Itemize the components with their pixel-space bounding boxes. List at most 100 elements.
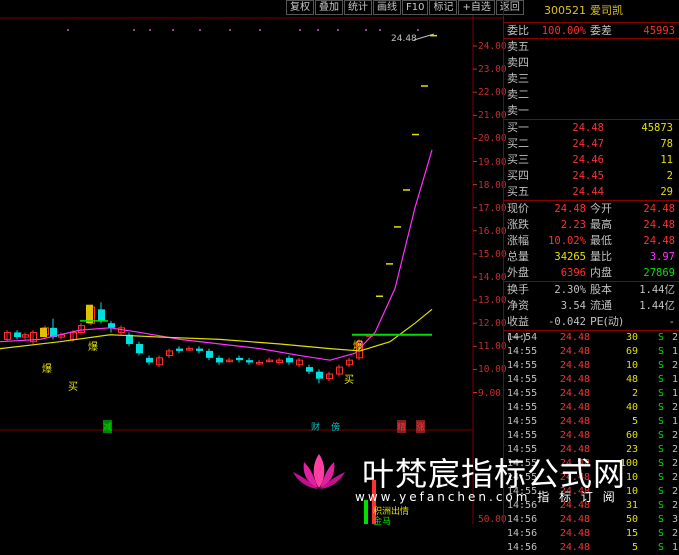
- tick-row: 14:55 24.48 69 S 1: [504, 345, 679, 359]
- buy-volume: 45873: [641, 122, 673, 134]
- top-dot: [317, 29, 319, 31]
- tick-row: 14:54 24.48 30 S 2: [504, 331, 679, 345]
- stat-row: 外盘 6396 内盘 27869: [504, 265, 679, 281]
- candle-body: [136, 343, 143, 354]
- jinma-label: 金马: [373, 517, 392, 527]
- stat-value: 6396: [560, 267, 586, 279]
- tick-price: 24.48: [559, 542, 590, 553]
- sell-label: 卖四: [507, 56, 529, 69]
- tick-volume: 2: [631, 388, 638, 399]
- top-dot: [379, 29, 381, 31]
- tick-volume: 15: [625, 528, 638, 539]
- top-dot: [133, 29, 135, 31]
- tick-count: 1: [671, 388, 678, 399]
- tick-volume: 40: [625, 402, 638, 413]
- stat-value: 34265: [554, 251, 586, 263]
- buy-label: 买三: [507, 153, 529, 166]
- sell-row: 卖三: [504, 71, 679, 87]
- top-price-label: 24.48: [391, 34, 417, 44]
- fuquan-button[interactable]: 复权: [286, 0, 314, 15]
- stat-label-2: 最低: [590, 234, 612, 247]
- stat-label: 净资: [507, 299, 529, 312]
- tick-count: 1: [671, 542, 678, 553]
- stat-value-2: 1.44亿: [639, 284, 675, 296]
- stat-value-2: 3.97: [649, 251, 675, 263]
- mark-button[interactable]: 标记: [429, 0, 458, 15]
- stat-value: 2.30%: [554, 284, 586, 296]
- stat-row: 收益(一) -0.042 PE(动) -: [504, 314, 679, 344]
- stats-button[interactable]: 统计: [344, 0, 372, 15]
- tick-volume: 5: [631, 416, 638, 427]
- pointer-line: [413, 33, 435, 41]
- add-watchlist-button[interactable]: +自选: [458, 0, 495, 15]
- buy-price: 24.44: [572, 186, 604, 198]
- overlay-button[interactable]: 叠加: [315, 0, 343, 15]
- f10-button[interactable]: F10: [402, 0, 429, 15]
- tick-side: S: [657, 528, 664, 539]
- stat-label-2: 今开: [590, 202, 612, 215]
- tick-price: 24.48: [559, 360, 590, 371]
- tick-price: 24.48: [559, 332, 590, 343]
- tick-count: 2: [671, 332, 678, 343]
- weibi-value: 100.00%: [541, 25, 586, 37]
- quote-panel: 300521 爱司凯 委比 100.00% 委差 45993 卖五 卖四 卖三 卖二 卖一…: [503, 0, 679, 553]
- lotus-logo-icon: [293, 454, 345, 489]
- stat-label-2: PE(动): [590, 315, 624, 328]
- buy-row: 买一 24.48 45873: [504, 120, 679, 136]
- stat-value: 2.23: [560, 219, 586, 231]
- top-dot: [365, 29, 367, 31]
- candle-body: [196, 348, 203, 351]
- tick-side: S: [657, 360, 664, 371]
- tick-count: 2: [671, 458, 678, 469]
- sell-orders: 卖五 卖四 卖三 卖二 卖一: [504, 38, 679, 119]
- tick-count: 1: [671, 416, 678, 427]
- candle-body: [306, 367, 313, 372]
- tick-count: 1: [671, 374, 678, 385]
- draw-line-button[interactable]: 画线: [373, 0, 401, 15]
- kline-chart[interactable]: 复权 叠加 统计 画线 F10 标记 +自选 返回 24.00 23.00 22.0…: [0, 0, 524, 527]
- tick-volume: 30: [625, 332, 638, 343]
- buy-orders: 买一 24.48 45873 买二 24.47 78 买三 24.46 11 买四 24.45 2 买五…: [504, 119, 679, 200]
- candle-body: [216, 357, 223, 363]
- stat-label-2: 股本: [590, 283, 612, 296]
- stat-value-2: 24.48: [643, 219, 675, 231]
- tick-list[interactable]: 14:54 24.48 30 S 2 14:55 24.48 69 S 1 14:55 24.48 10…: [504, 330, 679, 555]
- tick-side: S: [657, 500, 664, 511]
- tick-row: 14:55 24.48 5 S 1: [504, 415, 679, 429]
- tick-row: 14:55 24.48 48 S 1: [504, 373, 679, 387]
- stat-row: 换手 2.30% 股本 1.44亿: [504, 282, 679, 298]
- top-dot: [259, 29, 261, 31]
- candle-body: [206, 350, 213, 358]
- buy-row: 买三 24.46 11: [504, 152, 679, 168]
- tick-row: 14:56 24.48 15 S 2: [504, 527, 679, 541]
- tick-volume: 69: [625, 346, 638, 357]
- tick-volume: 48: [625, 374, 638, 385]
- stat-value-2: 1.44亿: [639, 300, 675, 312]
- tick-count: 2: [671, 528, 678, 539]
- candle-body: [176, 348, 183, 351]
- tick-time: 14:56: [507, 528, 538, 539]
- tick-time: 14:55: [507, 346, 538, 357]
- fu-marker: 傍: [331, 423, 341, 433]
- stat-label: 外盘: [507, 266, 529, 279]
- weicha-value: 45993: [643, 25, 675, 37]
- stock-name: 爱司凯: [590, 4, 623, 17]
- zhang-marker: 涨: [416, 420, 426, 433]
- candle-body: [412, 133, 419, 136]
- tick-time: 14:56: [507, 542, 538, 553]
- tick-row: 14:55 24.48 40 S 2: [504, 401, 679, 415]
- weicha-label: 委差: [590, 24, 612, 37]
- stat-row: 总量 34265 量比 3.97: [504, 249, 679, 265]
- jian-marker: 减: [103, 420, 113, 433]
- tick-price: 24.48: [559, 346, 590, 357]
- top-dot: [172, 29, 174, 31]
- top-dot: [417, 29, 419, 31]
- candle-body: [376, 295, 383, 297]
- candle-body: [394, 226, 401, 228]
- chart-toolbar: 复权 叠加 统计 画线 F10 标记 +自选 返回: [286, 0, 525, 16]
- top-dot: [299, 29, 301, 31]
- top-dot: [67, 29, 69, 31]
- tick-time: 14:55: [507, 402, 538, 413]
- sell-label: 卖五: [507, 40, 529, 53]
- tick-row: 14:56 24.48 5 S 1: [504, 541, 679, 555]
